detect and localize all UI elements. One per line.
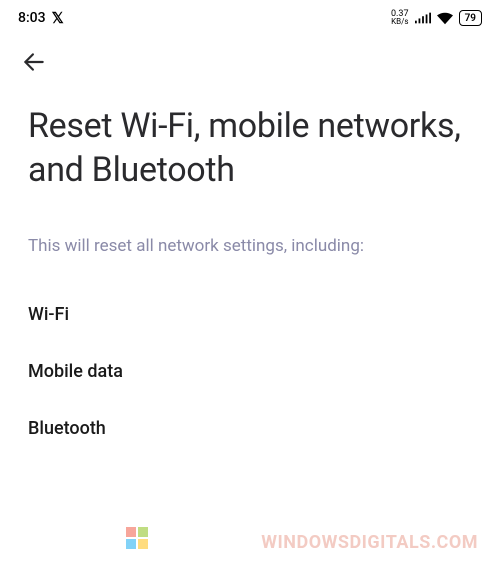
list-item: Wi-Fi [28,286,472,343]
status-bar: 8:03 𝕏 0.37 KB/s 79 [0,0,500,32]
watermark-text: WindowsDigitals.com [261,532,478,553]
status-right: 0.37 KB/s 79 [391,10,482,26]
battery-indicator: 79 [459,10,482,26]
back-button[interactable] [18,46,50,78]
wifi-icon [437,12,453,25]
status-time: 8:03 [18,10,46,26]
app-indicator-icon: 𝕏 [52,9,63,27]
watermark-logo [126,527,176,555]
navbar [0,32,500,92]
list-item: Mobile data [28,343,472,400]
list-item: Bluetooth [28,400,472,457]
reset-items-list: Wi-Fi Mobile data Bluetooth [28,286,472,457]
cellular-signal-icon [415,12,431,24]
data-speed-indicator: 0.37 KB/s [391,10,409,26]
page-title: Reset Wi-Fi, mobile networks, and Blueto… [28,104,472,192]
content-area: Reset Wi-Fi, mobile networks, and Blueto… [0,92,500,457]
arrow-left-icon [21,49,47,75]
page-description: This will reset all network settings, in… [28,236,472,256]
status-left: 8:03 𝕏 [18,9,63,27]
